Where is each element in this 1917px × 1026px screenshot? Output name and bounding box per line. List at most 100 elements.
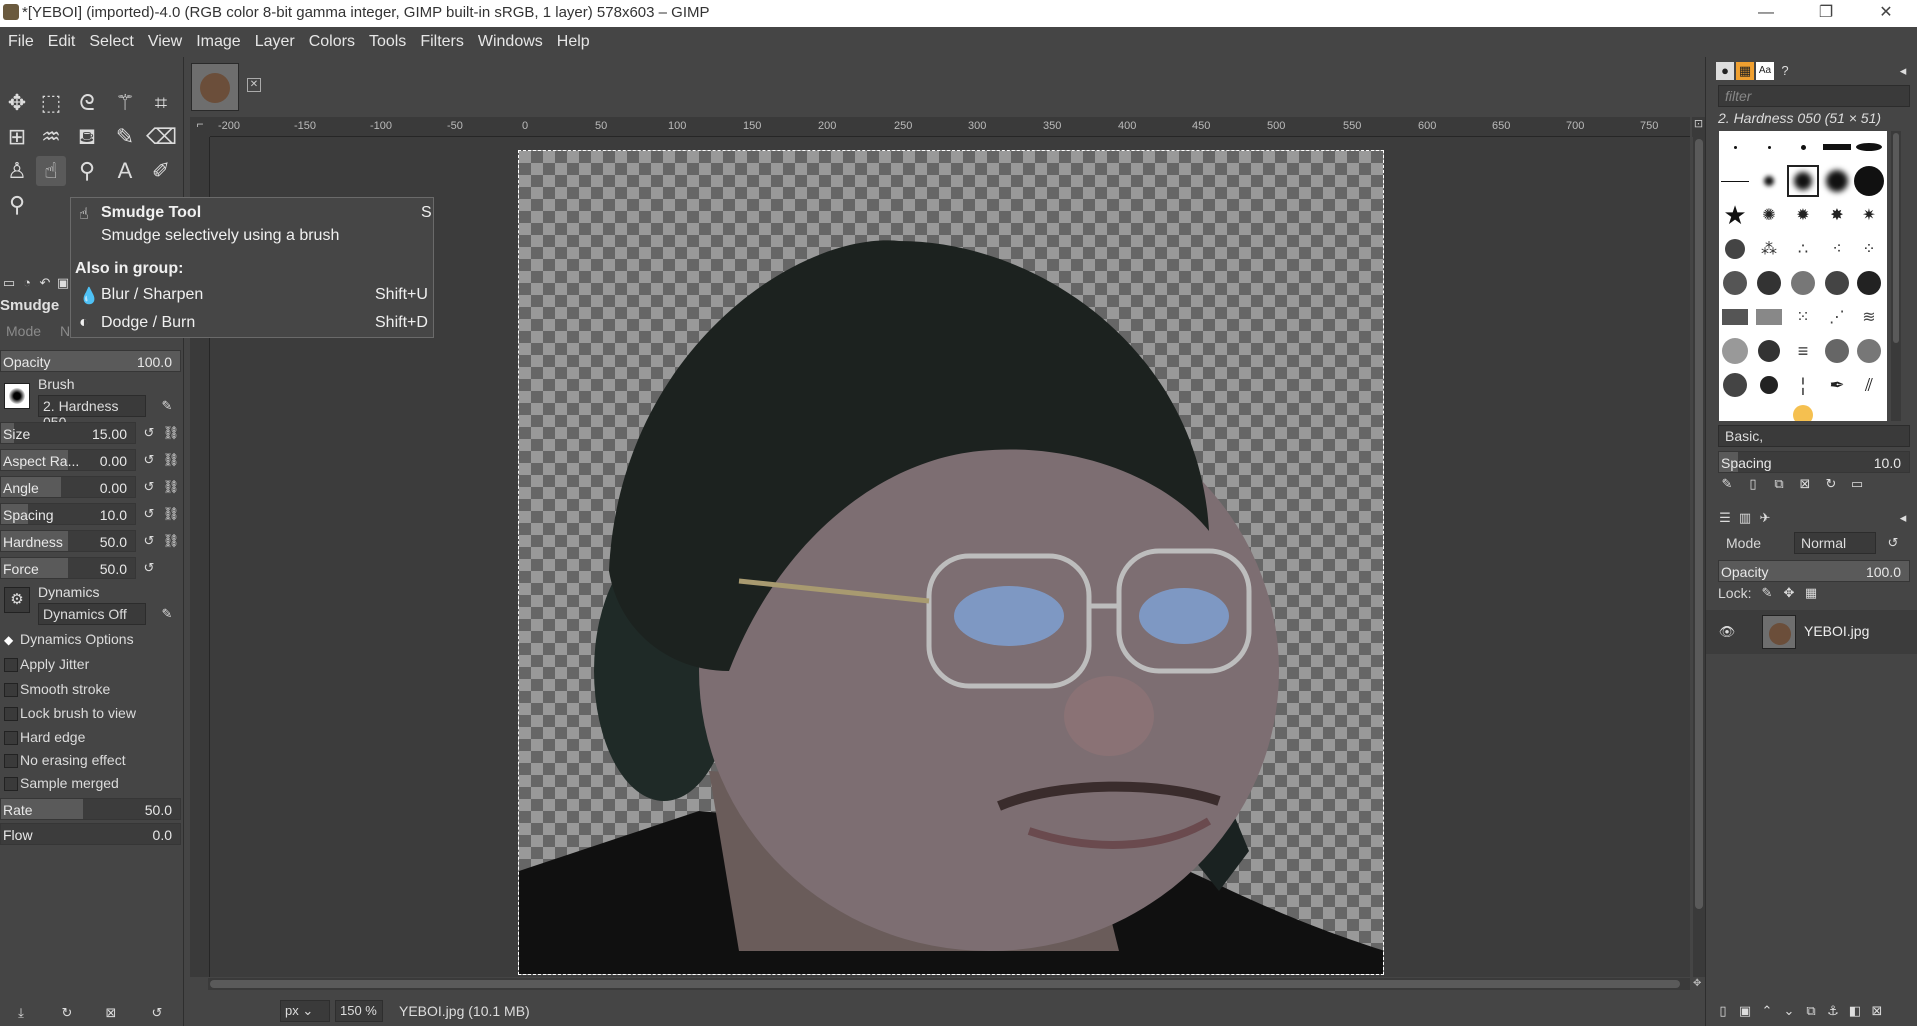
menu-help[interactable]: Help [549, 27, 596, 51]
maximize-button[interactable]: ❐ [1798, 0, 1854, 27]
edit-brush-icon[interactable]: ✎ [1718, 475, 1736, 493]
dynamics-select[interactable]: Dynamics Off [38, 603, 146, 625]
image-tab-thumbnail[interactable] [191, 63, 239, 111]
vertical-scrollbar[interactable] [1693, 137, 1705, 977]
crop-icon[interactable]: ⌗ [146, 88, 176, 118]
aspect-link-icon[interactable]: ⛓ [162, 451, 180, 469]
duplicate-brush-icon[interactable]: ⧉ [1770, 475, 1788, 493]
zoom-fit-icon[interactable]: ⊡ [1692, 117, 1705, 137]
menu-windows[interactable]: Windows [470, 27, 549, 51]
delete-brush-icon[interactable]: ⊠ [1796, 475, 1814, 493]
image-canvas[interactable] [518, 150, 1384, 975]
edit-brush-icon[interactable]: ✎ [158, 397, 176, 415]
color-picker-icon[interactable]: ✐ [146, 156, 176, 186]
opacity-slider[interactable]: Opacity 100.0 [0, 350, 181, 372]
menu-select[interactable]: Select [81, 27, 139, 51]
help-tab-icon[interactable]: ? [1776, 62, 1794, 80]
menu-colors[interactable]: Colors [301, 27, 361, 51]
refresh-brushes-icon[interactable]: ↻ [1822, 475, 1840, 493]
flow-slider[interactable]: Flow 0.0 [0, 823, 181, 845]
apply-jitter-checkbox[interactable] [4, 658, 18, 672]
text-icon[interactable]: A [110, 156, 140, 186]
close-tab-icon[interactable]: ✕ [247, 78, 261, 92]
layer-row[interactable]: 👁 YEBOI.jpg [1706, 610, 1917, 654]
size-slider[interactable]: Size 15.00 [0, 422, 136, 444]
hardness-link-icon[interactable]: ⛓ [162, 532, 180, 550]
brush-grid[interactable]: ★ ✺ ✹ ✸ ✷ ⁂ ∴ ⁖ ⁘ ⁙ ⋰ ≋ ≡ ¦ ✒ ⫽ [1719, 131, 1887, 421]
menu-image[interactable]: Image [188, 27, 246, 51]
tool-options-tab-icon[interactable]: ▭ [0, 274, 18, 292]
brushes-tab-icon[interactable]: ● [1716, 62, 1734, 80]
raise-layer-icon[interactable]: ⌃ [1758, 1002, 1776, 1020]
lock-brush-checkbox[interactable] [4, 707, 18, 721]
angle-link-icon[interactable]: ⛓ [162, 478, 180, 496]
no-erasing-checkbox[interactable] [4, 754, 18, 768]
lock-alpha-icon[interactable]: ▦ [1802, 584, 1820, 602]
eraser-icon[interactable]: ⌫ [146, 122, 177, 152]
brush-tag-select[interactable]: Basic, [1718, 425, 1910, 447]
move-icon[interactable]: ✥ [2, 88, 32, 118]
clone-icon[interactable]: ♙ [2, 156, 32, 186]
navigate-icon[interactable]: ✥ [1693, 978, 1705, 990]
angle-slider[interactable]: Angle 0.00 [0, 476, 136, 498]
aspect-reset-icon[interactable]: ↺ [140, 451, 158, 469]
new-brush-icon[interactable]: ▯ [1744, 475, 1762, 493]
brush-select[interactable]: 2. Hardness 050 [38, 395, 146, 430]
spacing-link-icon[interactable]: ⛓ [162, 505, 180, 523]
paths-tab-icon[interactable]: ✈ [1756, 509, 1774, 527]
warp-icon[interactable]: ♒ [36, 122, 66, 152]
dynamics-icon[interactable]: ⚙ [4, 587, 30, 613]
brush-open-as-image-icon[interactable]: ▭ [1848, 475, 1866, 493]
lock-pixels-icon[interactable]: ✎ [1758, 584, 1776, 602]
paintbrush-icon[interactable]: ✎ [110, 122, 140, 152]
hardness-reset-icon[interactable]: ↺ [140, 532, 158, 550]
size-reset-icon[interactable]: ↺ [140, 424, 158, 442]
bucket-fill-icon[interactable]: ⛾ [72, 122, 102, 152]
layers-dock-menu-icon[interactable]: ◂ [1894, 509, 1912, 527]
undo-history-tab-icon[interactable]: ↶ [36, 274, 54, 292]
rate-slider[interactable]: Rate 50.0 [0, 798, 181, 820]
edit-dynamics-icon[interactable]: ✎ [158, 605, 176, 623]
restore-options-icon[interactable]: ↻ [58, 1004, 76, 1022]
hard-edge-checkbox[interactable] [4, 731, 18, 745]
paths-icon[interactable]: ⚲ [72, 156, 102, 186]
brush-spacing-slider[interactable]: Spacing 10.0 [1718, 451, 1910, 473]
smooth-stroke-checkbox[interactable] [4, 683, 18, 697]
new-layer-group-icon[interactable]: ▣ [1736, 1002, 1754, 1020]
menu-filters[interactable]: Filters [412, 27, 470, 51]
menu-layer[interactable]: Layer [247, 27, 301, 51]
aspect-slider[interactable]: Aspect Ra... 0.00 [0, 449, 136, 471]
spacing-slider[interactable]: Spacing 10.0 [0, 503, 136, 525]
lock-position-icon[interactable]: ✥ [1780, 584, 1798, 602]
duplicate-layer-icon[interactable]: ⧉ [1802, 1002, 1820, 1020]
layer-name[interactable]: YEBOI.jpg [1804, 623, 1869, 639]
menu-tools[interactable]: Tools [361, 27, 412, 51]
fuzzy-select-icon[interactable]: ⚚ [110, 88, 140, 118]
close-button[interactable]: ✕ [1858, 0, 1914, 27]
rect-select-icon[interactable]: ⬚ [36, 88, 66, 118]
sample-merged-checkbox[interactable] [4, 777, 18, 791]
mask-layer-icon[interactable]: ◧ [1846, 1002, 1864, 1020]
hardness-slider[interactable]: Hardness 50.0 [0, 530, 136, 552]
reset-options-icon[interactable]: ↺ [148, 1004, 166, 1022]
expand-icon[interactable]: ◆ [4, 634, 16, 646]
layer-mode-reset-icon[interactable]: ↺ [1884, 534, 1902, 552]
brush-filter-input[interactable]: filter [1718, 85, 1910, 107]
zoom-icon[interactable]: ⚲ [2, 190, 32, 220]
patterns-tab-icon[interactable]: ▦ [1736, 62, 1754, 80]
spacing-reset-icon[interactable]: ↺ [140, 505, 158, 523]
force-reset-icon[interactable]: ↺ [140, 559, 158, 577]
menu-edit[interactable]: Edit [40, 27, 82, 51]
visibility-eye-icon[interactable]: 👁 [1718, 623, 1736, 641]
unit-select[interactable]: px ⌄ [280, 1000, 330, 1022]
angle-reset-icon[interactable]: ↺ [140, 478, 158, 496]
layers-tab-icon[interactable]: ☰ [1716, 509, 1734, 527]
fonts-tab-icon[interactable]: Aa [1756, 62, 1774, 80]
quick-mask-corner-icon[interactable]: ⌐ [190, 117, 210, 137]
delete-options-icon[interactable]: ⊠ [102, 1004, 120, 1022]
layer-opacity-slider[interactable]: Opacity 100.0 [1718, 560, 1910, 582]
dock-menu-icon[interactable]: ◂ [1894, 62, 1912, 80]
layer-mode-select[interactable]: Normal [1794, 532, 1876, 554]
channels-tab-icon[interactable]: ▥ [1736, 509, 1754, 527]
save-options-icon[interactable]: ⤓ [12, 1004, 30, 1022]
